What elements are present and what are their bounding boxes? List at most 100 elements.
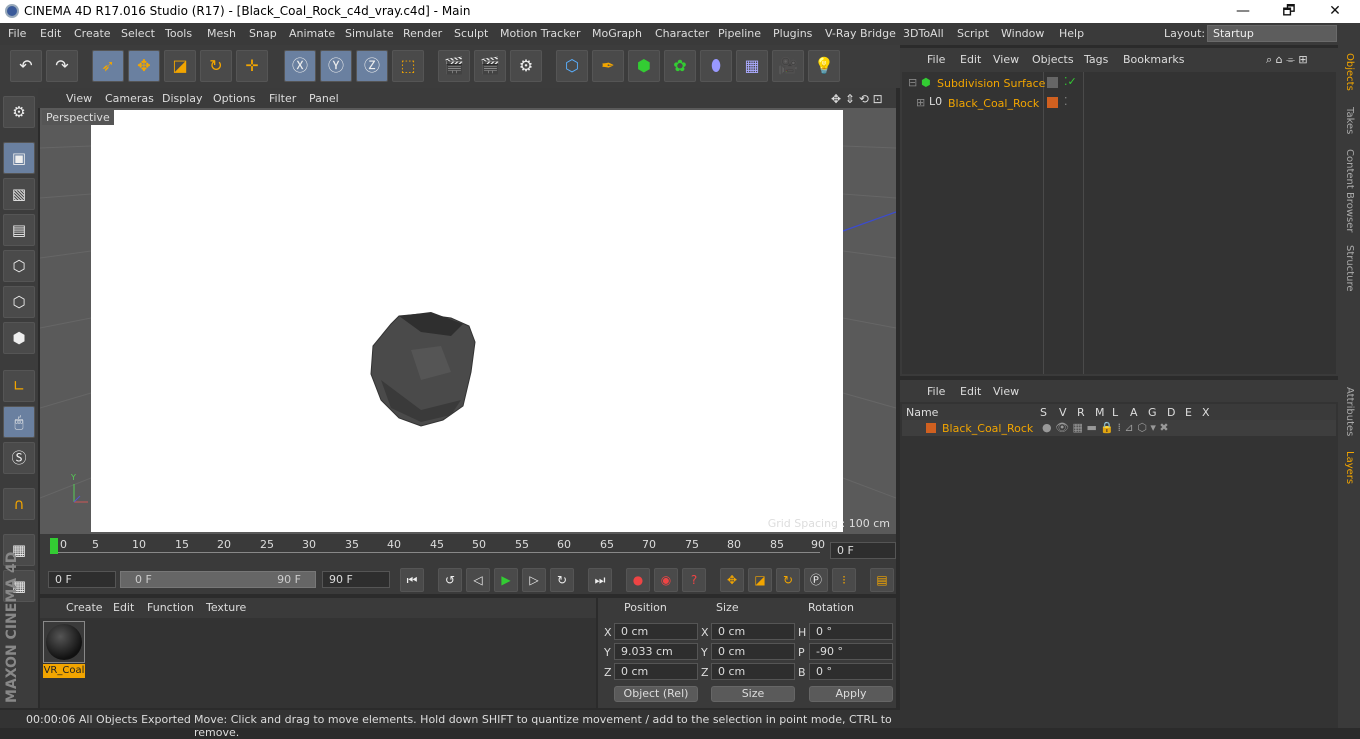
tab-content-browser[interactable]: Content Browser [1344,149,1355,232]
y-axis-lock-icon[interactable]: Ⓨ [320,50,352,82]
scale-tool-icon[interactable]: ◪ [164,50,196,82]
layer-row[interactable]: Black_Coal_Rock ● 👁 ▦ ▬ 🔒 ⁞ ⊿ ⬡ ▾ ✖ [902,420,1336,436]
end-frame-field[interactable]: 90 F [322,571,390,588]
size-x-field[interactable]: 0 cm [711,623,795,640]
vp-menu-view[interactable]: View [66,92,92,105]
col-manager[interactable]: M [1095,406,1105,419]
menu-create[interactable]: Create [74,27,111,40]
apply-button[interactable]: Apply [809,686,893,702]
position-x-field[interactable]: 0 cm [614,623,698,640]
minimize-button[interactable]: — [1220,0,1266,23]
layer-swatch[interactable] [1047,97,1058,108]
om-menu-bookmarks[interactable]: Bookmarks [1123,53,1184,66]
axis-mode-icon[interactable]: ∟ [3,370,35,402]
vp-menu-options[interactable]: Options [213,92,255,105]
menu-sculpt[interactable]: Sculpt [454,27,488,40]
position-y-field[interactable]: 9.033 cm [614,643,698,660]
light-icon[interactable]: 💡 [808,50,840,82]
col-render[interactable]: R [1077,406,1085,419]
coordinate-system-icon[interactable]: ⬚ [392,50,424,82]
model-mode-icon[interactable]: ▣ [3,142,35,174]
polygons-mode-icon[interactable]: ⬢ [3,322,35,354]
redo-button[interactable]: ↷ [46,50,78,82]
key-pla-icon[interactable]: ⁝ [832,568,856,592]
size-mode-select[interactable]: Size [711,686,795,702]
key-parameter-icon[interactable]: Ⓟ [804,568,828,592]
viewport[interactable]: Perspective Y Grid Spacing : 100 cm [40,108,896,534]
render-view-icon[interactable]: 🎬 [438,50,470,82]
lm-menu-view[interactable]: View [993,385,1019,398]
x-axis-lock-icon[interactable]: Ⓧ [284,50,316,82]
cube-primitive-icon[interactable]: ⬡ [556,50,588,82]
transform-tool-icon[interactable]: ✛ [236,50,268,82]
tab-attributes[interactable]: Attributes [1344,387,1355,436]
key-position-icon[interactable]: ✥ [720,568,744,592]
spline-pen-icon[interactable]: ✒ [592,50,624,82]
menu-window[interactable]: Window [1001,27,1044,40]
col-locked[interactable]: L [1112,406,1118,419]
layer-name[interactable]: Black_Coal_Rock [942,422,1033,435]
menu-select[interactable]: Select [121,27,155,40]
menu-tools[interactable]: Tools [165,27,192,40]
maximize-button[interactable]: 🗗 [1266,0,1312,23]
col-animation[interactable]: A [1130,406,1138,419]
rotation-p-field[interactable]: -90 ° [809,643,893,660]
workplane-icon[interactable]: ▤ [3,214,35,246]
visibility-dots-icon[interactable]: ⁚ [1064,95,1068,108]
col-deformers[interactable]: D [1167,406,1175,419]
next-key-icon[interactable]: ↻ [550,568,574,592]
menu-help[interactable]: Help [1059,27,1084,40]
col-generators[interactable]: G [1148,406,1157,419]
previous-frame-icon[interactable]: ◁ [466,568,490,592]
vp-menu-display[interactable]: Display [162,92,203,105]
subdivision-surface-icon[interactable]: ⬢ [628,50,660,82]
mat-menu-edit[interactable]: Edit [113,601,134,614]
object-name[interactable]: Subdivision Surface [937,77,1045,90]
size-y-field[interactable]: 0 cm [711,643,795,660]
texture-mode-icon[interactable]: ▧ [3,178,35,210]
keyframe-selection-icon[interactable]: ? [682,568,706,592]
om-menu-file[interactable]: File [927,53,945,66]
render-picture-viewer-icon[interactable]: 🎬 [474,50,506,82]
layer-toggle-icons[interactable]: ● 👁 ▦ ▬ 🔒 ⁞ ⊿ ⬡ ▾ ✖ [1042,421,1169,434]
menu-mograph[interactable]: MoGraph [592,27,642,40]
go-to-start-icon[interactable]: ⏮ [400,568,424,592]
play-icon[interactable]: ▶ [494,568,518,592]
mat-menu-create[interactable]: Create [66,601,103,614]
timeline-window-icon[interactable]: ▤ [870,568,894,592]
floor-icon[interactable]: ▦ [736,50,768,82]
layer-color-swatch[interactable] [926,423,936,433]
vp-menu-cameras[interactable]: Cameras [105,92,154,105]
menu-vray-bridge[interactable]: V-Ray Bridge [825,27,896,40]
layer-swatch[interactable] [1047,77,1058,88]
menu-script[interactable]: Script [957,27,989,40]
go-to-end-icon[interactable]: ⏭ [588,568,612,592]
menu-simulate[interactable]: Simulate [345,27,394,40]
rotation-h-field[interactable]: 0 ° [809,623,893,640]
object-row[interactable]: ⊞ L0 Black_Coal_Rock ⁚ [902,93,1336,113]
timeline-ruler[interactable] [50,552,820,562]
enabled-check-icon[interactable]: ⁚✓ [1064,75,1077,88]
col-view[interactable]: V [1059,406,1067,419]
vp-menu-filter[interactable]: Filter [269,92,296,105]
timeline[interactable]: 0 5 10 15 20 25 30 35 40 45 50 55 60 65 … [40,534,896,566]
position-z-field[interactable]: 0 cm [614,663,698,680]
object-row[interactable]: ⊟ ⬢ Subdivision Surface ⁚✓ [902,73,1336,93]
menu-render[interactable]: Render [403,27,442,40]
menu-file[interactable]: File [8,27,26,40]
playhead[interactable] [50,538,58,554]
vp-menu-panel[interactable]: Panel [309,92,339,105]
tab-takes[interactable]: Takes [1344,107,1355,134]
camera-icon[interactable]: 🎥 [772,50,804,82]
record-keys-icon[interactable]: ● [626,568,650,592]
col-name[interactable]: Name [906,406,938,419]
lm-menu-edit[interactable]: Edit [960,385,981,398]
layout-select[interactable]: Startup [1207,25,1337,42]
viewport-nav-icons[interactable]: ✥ ⇕ ⟲ ⊡ [831,92,883,106]
menu-plugins[interactable]: Plugins [773,27,812,40]
snapping-icon[interactable]: Ⓢ [3,442,35,474]
menu-snap[interactable]: Snap [249,27,277,40]
tab-structure[interactable]: Structure [1344,245,1355,292]
points-mode-icon[interactable]: ⬡ [3,250,35,282]
menu-motion-tracker[interactable]: Motion Tracker [500,27,580,40]
